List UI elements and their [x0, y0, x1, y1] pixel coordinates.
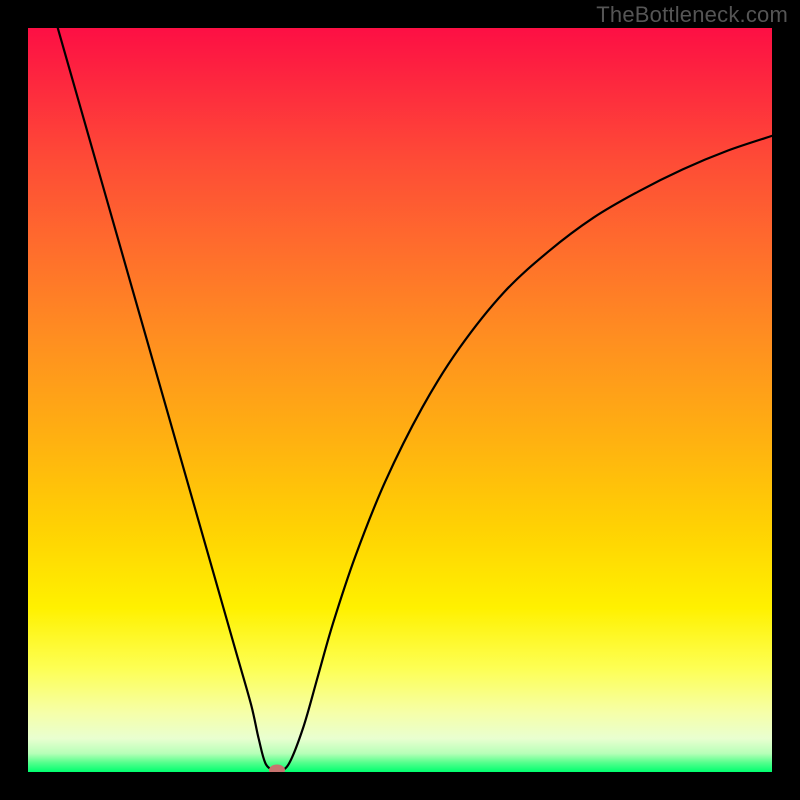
minimum-marker [269, 764, 285, 772]
curve-line [28, 28, 772, 772]
chart-frame: TheBottleneck.com [0, 0, 800, 800]
plot-area [28, 28, 772, 772]
watermark-text: TheBottleneck.com [596, 2, 788, 28]
